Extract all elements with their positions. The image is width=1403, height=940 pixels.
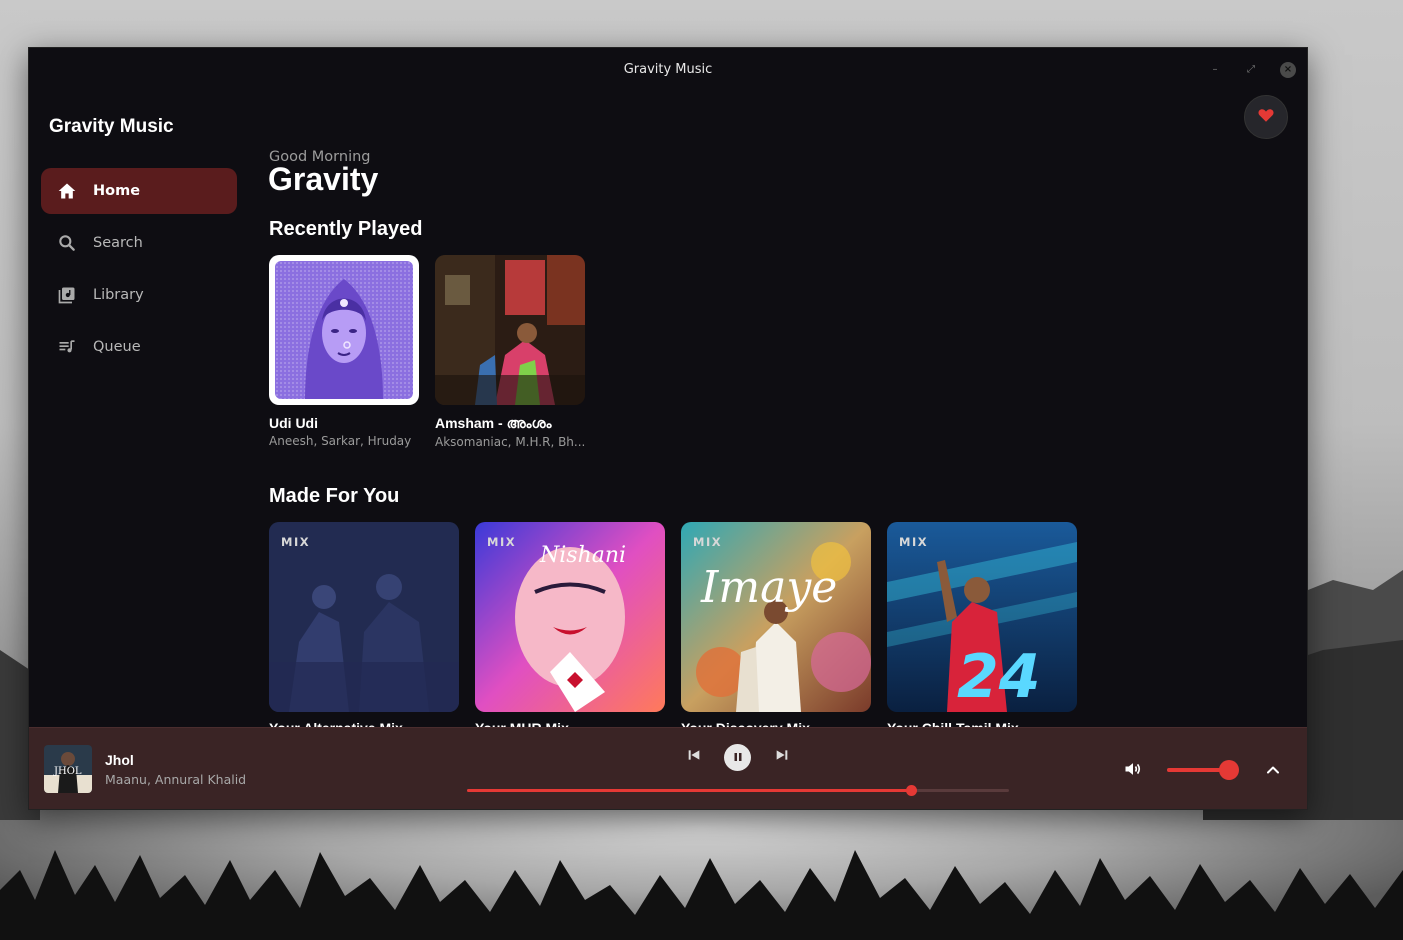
- album-art: Imaye: [681, 522, 871, 712]
- minimize-icon[interactable]: –: [1207, 62, 1223, 78]
- chevron-up-icon: [1263, 765, 1283, 784]
- pause-icon: [732, 748, 744, 767]
- track-artists: Aksomaniac, M.H.R, Bh...: [435, 435, 586, 449]
- mix-badge: MIX: [693, 535, 723, 549]
- svg-text:JHOL: JHOL: [53, 766, 82, 777]
- track-title: Udi Udi: [269, 415, 318, 431]
- album-art: [269, 522, 459, 712]
- player-bar: JHOL Jhol Maanu, Annural Khalid: [29, 727, 1307, 809]
- volume-icon[interactable]: [1123, 759, 1143, 779]
- album-art: [435, 255, 585, 405]
- mix-badge: MIX: [487, 535, 517, 549]
- favorites-button[interactable]: [1244, 95, 1288, 139]
- svg-text:Nishani: Nishani: [539, 543, 626, 568]
- sidebar-item-search[interactable]: Search: [41, 220, 237, 266]
- app-title: Gravity Music: [49, 116, 174, 137]
- volume-slider-handle[interactable]: [1219, 760, 1239, 780]
- close-icon[interactable]: ×: [1280, 62, 1296, 78]
- sidebar-item-library[interactable]: Library: [41, 272, 237, 318]
- mix-badge: MIX: [899, 535, 929, 549]
- mix-card[interactable]: MIX: [269, 522, 459, 712]
- volume-slider[interactable]: [1167, 760, 1239, 780]
- sidebar-item-label: Home: [93, 183, 141, 199]
- album-art: 24: [887, 522, 1077, 712]
- mix-badge: MIX: [281, 535, 311, 549]
- sidebar-item-queue[interactable]: Queue: [41, 324, 237, 370]
- sidebar-item-label: Queue: [93, 339, 141, 355]
- recently-played-heading: Recently Played: [269, 218, 423, 240]
- sidebar-nav: Home Search Library Queue: [41, 168, 237, 376]
- track-title: Amsham - അംശം: [435, 415, 552, 431]
- mix-card[interactable]: 24 MIX: [887, 522, 1077, 712]
- home-icon: [57, 181, 77, 201]
- seek-bar-handle[interactable]: [906, 785, 918, 796]
- mix-card[interactable]: Imaye MIX: [681, 522, 871, 712]
- seek-bar-fill: [467, 789, 912, 792]
- album-art: [269, 255, 419, 405]
- seek-bar[interactable]: [467, 785, 1009, 796]
- library-icon: [57, 285, 77, 305]
- search-icon: [57, 233, 77, 253]
- heart-icon: [1257, 106, 1275, 128]
- svg-text:24: 24: [957, 642, 1041, 712]
- track-artists: Aneesh, Sarkar, Hruday: [269, 434, 412, 448]
- queue-icon: [57, 337, 77, 357]
- now-playing-title: Jhol: [105, 752, 134, 768]
- album-art: Nishani: [475, 522, 665, 712]
- next-button[interactable]: [769, 744, 795, 770]
- now-playing-art[interactable]: JHOL: [44, 745, 92, 793]
- titlebar[interactable]: Gravity Music – ⤢ ×: [29, 48, 1307, 92]
- skip-previous-icon: [686, 747, 702, 767]
- app-window: Gravity Music – ⤢ × Gravity Music Home S…: [28, 47, 1308, 810]
- play-pause-button[interactable]: [724, 744, 751, 771]
- svg-text:Imaye: Imaye: [700, 562, 837, 613]
- window-title: Gravity Music: [623, 62, 713, 77]
- now-playing-artists: Maanu, Annural Khalid: [105, 772, 247, 787]
- mix-card[interactable]: Nishani MIX: [475, 522, 665, 712]
- made-for-you-heading: Made For You: [269, 485, 400, 507]
- expand-player-button[interactable]: [1263, 760, 1283, 780]
- recent-card[interactable]: Amsham - അംശം Aksomaniac, M.H.R, Bh...: [435, 255, 587, 449]
- page-title: Gravity: [268, 161, 379, 197]
- sidebar-item-home[interactable]: Home: [41, 168, 237, 214]
- maximize-icon[interactable]: ⤢: [1243, 62, 1259, 78]
- desktop-trees: [0, 850, 1403, 940]
- sidebar-item-label: Search: [93, 235, 143, 251]
- recent-card[interactable]: Udi Udi Aneesh, Sarkar, Hruday: [269, 255, 421, 448]
- skip-next-icon: [774, 747, 790, 767]
- sidebar-item-label: Library: [93, 287, 144, 303]
- previous-button[interactable]: [681, 744, 707, 770]
